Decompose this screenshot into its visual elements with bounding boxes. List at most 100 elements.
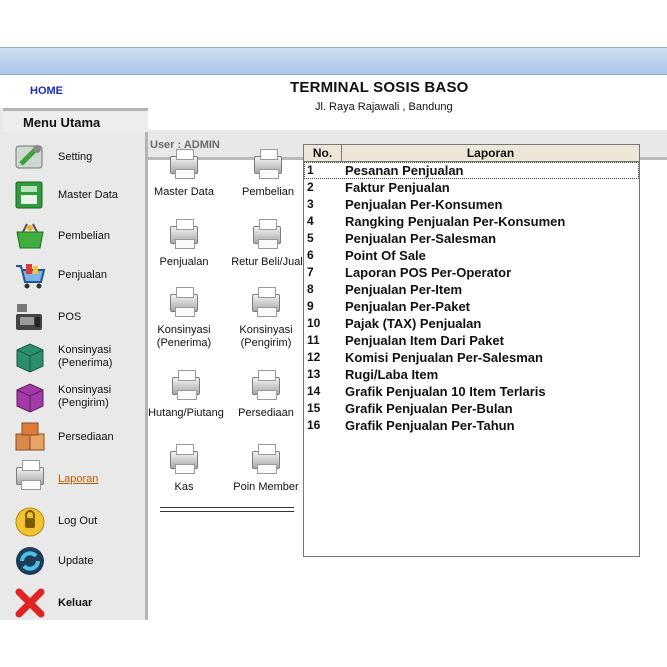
report-row-number: 4 [307, 214, 314, 228]
report-rows: 1 Pesanan Penjualan 2 Faktur Penjualan 3 Penj… [304, 162, 639, 434]
grid-item-retur-beli-jual[interactable]: Retur Beli/Jual [224, 219, 310, 286]
boxes-icon [12, 419, 48, 455]
grid-item-hutang-piutang[interactable]: Hutang/Piutang [142, 370, 230, 437]
report-row-name: Penjualan Per-Item [345, 282, 463, 297]
report-row-number: 6 [307, 248, 314, 262]
printer-icon [166, 149, 202, 180]
menu-item-konsinyasi-pengirim[interactable]: Konsinyasi (Pengirim) [12, 378, 140, 416]
report-row[interactable]: 14 Grafik Penjualan 10 Item Terlaris [304, 383, 639, 400]
menu-item-keluar[interactable]: Keluar [12, 584, 140, 622]
setting-icon [12, 139, 48, 175]
app-window: HOME TERMINAL SOSIS BASO Jl. Raya Rajawa… [0, 47, 667, 620]
report-row-name: Pajak (TAX) Penjualan [345, 316, 482, 331]
menu-item-pembelian[interactable]: Pembelian [12, 217, 140, 255]
home-link[interactable]: HOME [30, 85, 63, 97]
report-row-number: 12 [307, 350, 321, 364]
report-row[interactable]: 8 Penjualan Per-Item [304, 281, 639, 298]
column-header-laporan: Laporan [466, 146, 515, 160]
grid-item-konsinyasi-pengirim[interactable]: Konsinyasi (Pengirim) [224, 287, 308, 354]
printer-icon [248, 370, 284, 401]
report-row-name: Laporan POS Per-Operator [345, 265, 512, 280]
grid-item-konsinyasi-penerima[interactable]: Konsinyasi (Penerima) [142, 287, 226, 354]
grid-label: Konsinyasi (Pengirim) [239, 324, 293, 349]
printer-icon [249, 219, 285, 250]
report-row[interactable]: 10 Pajak (TAX) Penjualan [304, 315, 639, 332]
report-row[interactable]: 2 Faktur Penjualan [304, 179, 639, 196]
sidebar-header: Menu Utama [3, 108, 148, 132]
report-row-name: Grafik Penjualan Per-Tahun [345, 418, 515, 433]
red-x-icon [12, 585, 48, 621]
report-row-number: 2 [307, 180, 314, 194]
report-row-name: Rangking Penjualan Per-Konsumen [345, 214, 566, 229]
report-row-number: 11 [307, 333, 320, 347]
menu-label: Keluar [58, 596, 93, 609]
menu-item-master-data[interactable]: Master Data [12, 176, 140, 214]
report-row[interactable]: 4 Rangking Penjualan Per-Konsumen [304, 213, 639, 230]
update-icon [12, 543, 48, 579]
basket-icon [12, 218, 48, 254]
printer-icon [166, 444, 202, 475]
report-row[interactable]: 6 Point Of Sale [304, 247, 639, 264]
master-data-icon [12, 177, 48, 213]
report-row-number: 14 [307, 384, 321, 398]
sidebar: Menu Utama Setting Master Data Pembelian… [0, 108, 148, 620]
menu-label: Konsinyasi (Penerima) [58, 344, 113, 369]
report-row-number: 7 [307, 265, 314, 279]
menu-item-setting[interactable]: Setting [12, 138, 140, 176]
grid-label: Kas [174, 481, 194, 493]
report-row[interactable]: 3 Penjualan Per-Konsumen [304, 196, 639, 213]
report-row[interactable]: 12 Komisi Penjualan Per-Salesman [304, 349, 639, 366]
menu-item-log-out[interactable]: Log Out [12, 502, 140, 540]
report-row[interactable]: 7 Laporan POS Per-Operator [304, 264, 639, 281]
report-row[interactable]: 15 Grafik Penjualan Per-Bulan [304, 400, 639, 417]
report-row[interactable]: 9 Penjualan Per-Paket [304, 298, 639, 315]
report-row[interactable]: 13 Rugi/Laba Item [304, 366, 639, 383]
printer-icon [248, 444, 284, 475]
report-list[interactable]: No. Laporan 1 Pesanan Penjualan 2 Faktur Pe… [303, 144, 640, 557]
menu-item-laporan[interactable]: Laporan [12, 460, 140, 498]
report-row-number: 13 [307, 367, 321, 381]
report-row-name: Pesanan Penjualan [345, 163, 464, 178]
menu-label: Log Out [58, 514, 98, 527]
report-row-name: Faktur Penjualan [345, 180, 450, 195]
menu-item-pos[interactable]: POS [12, 298, 140, 336]
divider [160, 507, 294, 512]
menu-item-update[interactable]: Update [12, 542, 140, 580]
menu-item-konsinyasi-penerima[interactable]: Konsinyasi (Penerima) [12, 338, 140, 376]
menu-item-persediaan[interactable]: Persediaan [12, 418, 140, 456]
menu-label: Penjualan [58, 268, 107, 281]
report-row[interactable]: 1 Pesanan Penjualan [304, 162, 639, 179]
printer-icon [168, 370, 204, 401]
menu-label: Setting [58, 150, 93, 163]
grid-label: Konsinyasi (Penerima) [156, 324, 212, 349]
report-row-name: Penjualan Item Dari Paket [345, 333, 504, 348]
report-row-number: 15 [307, 401, 321, 415]
report-row-name: Penjualan Per-Paket [345, 299, 470, 314]
report-row[interactable]: 11 Penjualan Item Dari Paket [304, 332, 639, 349]
report-row[interactable]: 5 Penjualan Per-Salesman [304, 230, 639, 247]
menu-label: Persediaan [58, 430, 114, 443]
grid-item-pembelian[interactable]: Pembelian [226, 149, 310, 216]
grid-item-persediaan[interactable]: Persediaan [224, 370, 308, 437]
report-row-name: Grafik Penjualan 10 Item Terlaris [345, 384, 546, 399]
report-row-number: 1 [307, 163, 314, 177]
grid-label: Master Data [154, 186, 214, 198]
menu-item-penjualan[interactable]: Penjualan [12, 256, 140, 294]
grid-item-penjualan[interactable]: Penjualan [142, 219, 226, 286]
menu-label: Update [58, 554, 94, 567]
printer-icon [166, 219, 202, 250]
app-title: TERMINAL SOSIS BASO [290, 79, 469, 96]
grid-item-master-data[interactable]: Master Data [142, 149, 226, 216]
report-row-number: 3 [307, 197, 314, 211]
store-address: Jl. Raya Rajawali , Bandung [315, 101, 453, 113]
report-row-name: Grafik Penjualan Per-Bulan [345, 401, 513, 416]
grid-label: Pembelian [242, 186, 294, 198]
grid-item-kas[interactable]: Kas [142, 444, 226, 511]
report-row-name: Rugi/Laba Item [345, 367, 439, 382]
menu-label: Konsinyasi (Pengirim) [58, 384, 112, 409]
grid-item-poin-member[interactable]: Poin Member [224, 444, 308, 511]
menu-label: Pembelian [58, 229, 110, 242]
report-row-number: 5 [307, 231, 314, 245]
report-row[interactable]: 16 Grafik Penjualan Per-Tahun [304, 417, 639, 434]
green-pallet-icon [12, 339, 48, 375]
